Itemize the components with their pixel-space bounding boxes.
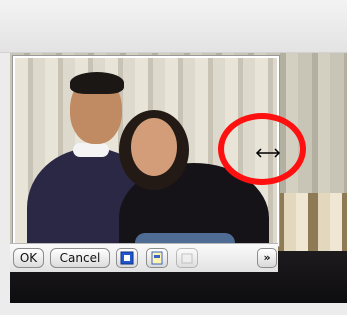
- disabled-page-icon: [181, 253, 193, 264]
- disabled-page-button[interactable]: [176, 248, 198, 268]
- layout-button[interactable]: [116, 248, 138, 268]
- ok-button[interactable]: OK: [13, 248, 44, 268]
- bottom-strip: [0, 303, 347, 315]
- annotation-ring: [218, 113, 306, 185]
- page-button[interactable]: [146, 248, 168, 268]
- man-hair: [70, 72, 124, 94]
- layout-icon: [120, 251, 134, 265]
- photo-toolbar: OK Cancel »: [10, 243, 278, 272]
- top-band: [0, 0, 347, 53]
- cancel-button[interactable]: Cancel: [50, 248, 110, 268]
- woman-head: [131, 118, 177, 176]
- man-collar: [73, 143, 109, 157]
- page-icon: [151, 251, 163, 265]
- more-button[interactable]: »: [257, 248, 277, 268]
